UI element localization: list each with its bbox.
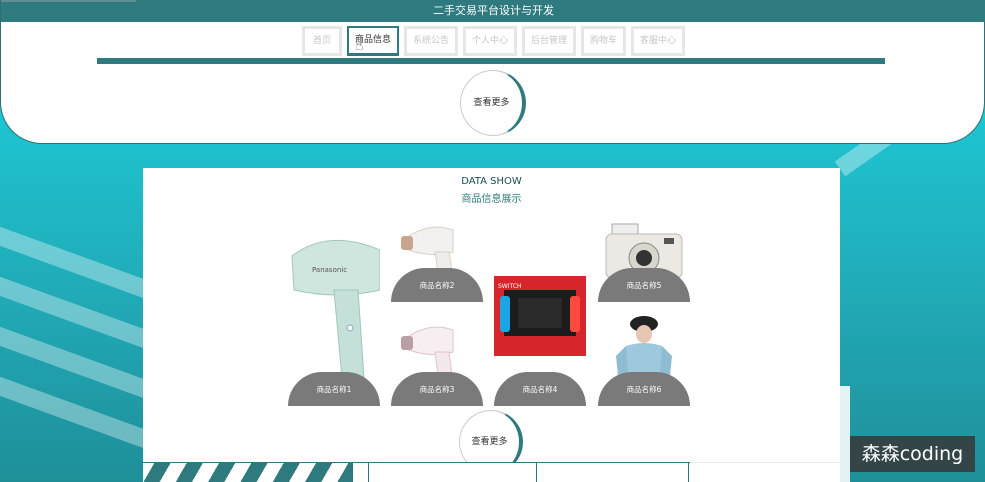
- strip-separator: [368, 463, 369, 482]
- nav-item-admin[interactable]: 后台管理: [522, 26, 577, 56]
- product-card-3[interactable]: 商品名称3: [391, 320, 483, 406]
- title-bar: 二手交易平台设计与开发: [1, 0, 985, 22]
- watermark-label: 森森coding: [850, 436, 975, 472]
- product-card-6[interactable]: 商品名称6: [598, 316, 690, 406]
- strip-separator: [536, 463, 537, 482]
- product-card-5[interactable]: 商品名称5: [598, 218, 690, 302]
- product-name: 商品名称4: [494, 372, 586, 406]
- title-bar-corner: [1, 0, 136, 2]
- site-title: 二手交易平台设计与开发: [433, 4, 554, 17]
- nav-item-home[interactable]: 首页: [301, 26, 342, 56]
- product-card-4[interactable]: SWITCH 商品名称4: [494, 268, 586, 406]
- nav-item-announcements[interactable]: 系统公告: [403, 26, 458, 56]
- hatch-pattern: [143, 463, 353, 482]
- svg-text:Panasonic: Panasonic: [312, 266, 347, 274]
- product-card-2[interactable]: 商品名称2: [391, 218, 483, 302]
- section-title-en: DATA SHOW: [461, 176, 522, 187]
- nav-item-profile[interactable]: 个人中心: [462, 26, 517, 56]
- view-more-button-top[interactable]: 查看更多: [460, 70, 526, 136]
- section-title-cn: 商品信息展示: [461, 194, 522, 205]
- hair-dryer-icon: Panasonic: [288, 228, 380, 378]
- product-card-1[interactable]: Panasonic 商品名称1: [288, 228, 380, 406]
- strip-separator: [688, 463, 689, 482]
- nav-item-service[interactable]: 客服中心: [631, 26, 686, 56]
- nav-item-cart[interactable]: 购物车: [581, 26, 627, 56]
- nav-divider: [97, 58, 885, 64]
- svg-text:SWITCH: SWITCH: [498, 283, 522, 290]
- hand-cursor-icon: ☝: [355, 38, 364, 54]
- main-nav: 首页 商品信息 系统公告 个人中心 后台管理 购物车 客服中心: [1, 26, 985, 56]
- watermark-fade: [690, 386, 850, 482]
- header-card: 二手交易平台设计与开发 首页 商品信息 系统公告 个人中心 后台管理 购物车 客…: [0, 0, 985, 144]
- game-console-icon: SWITCH: [494, 276, 586, 356]
